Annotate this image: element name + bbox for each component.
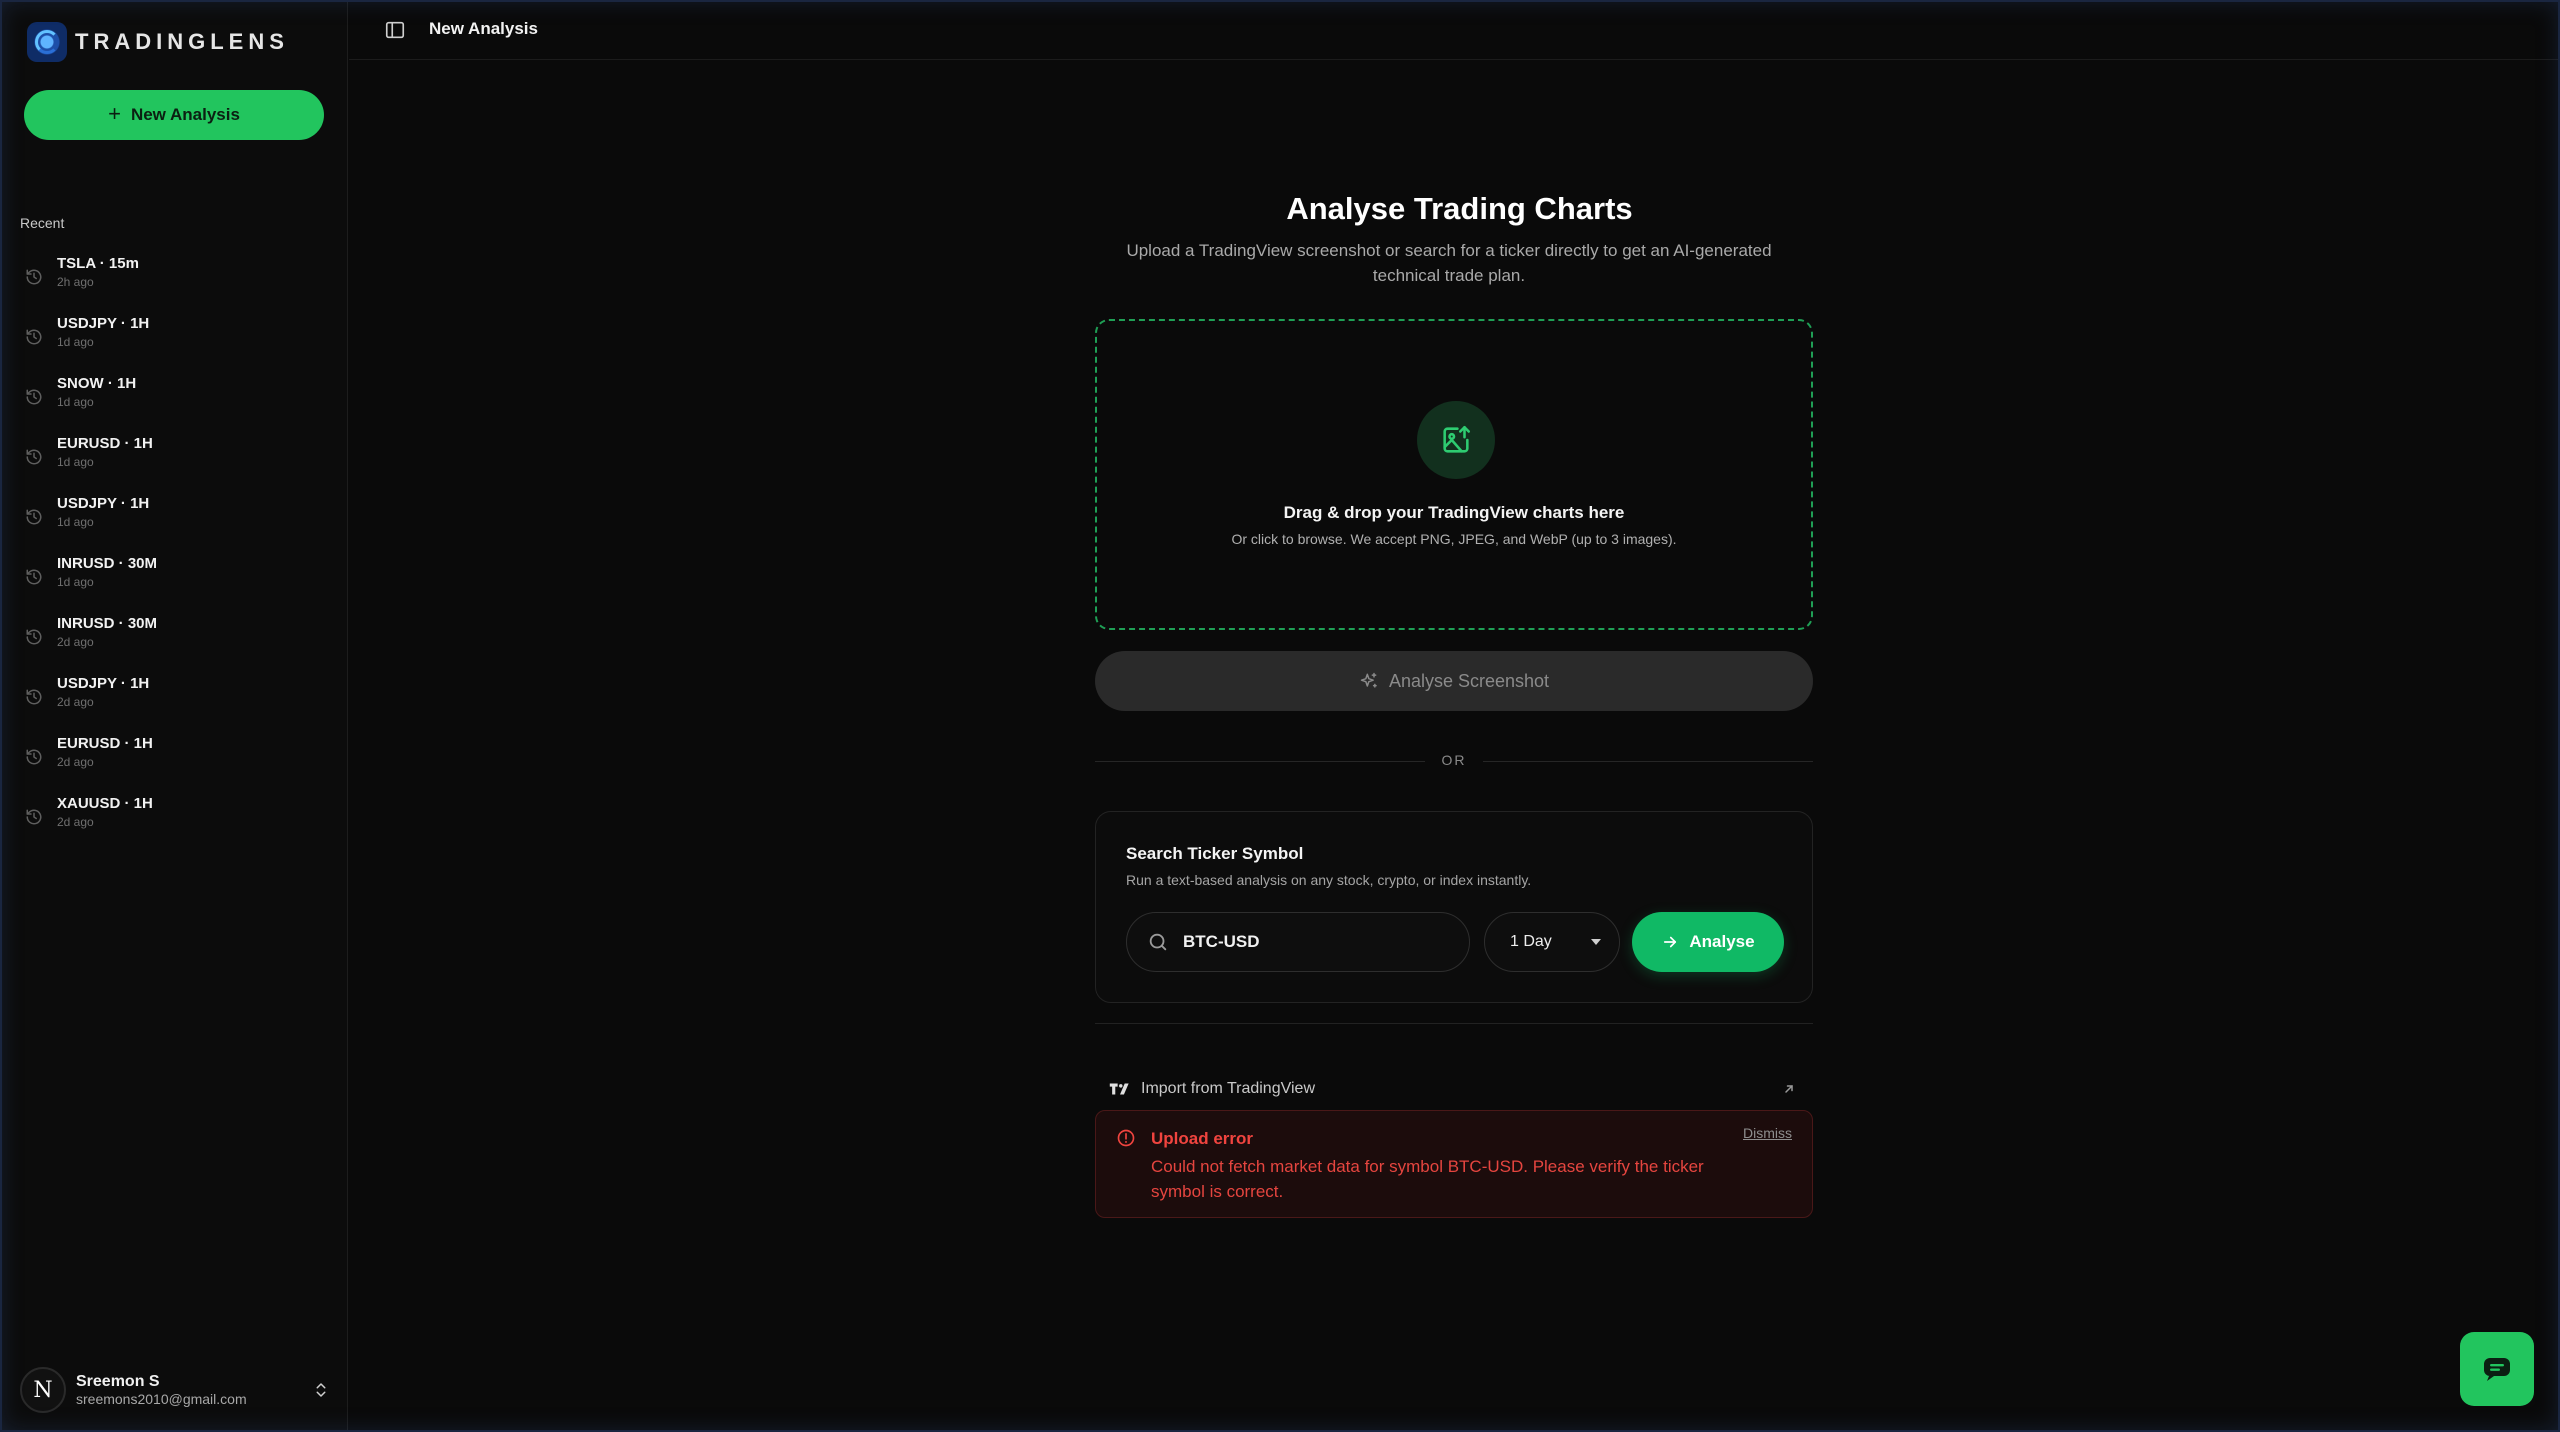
history-icon	[26, 749, 42, 765]
recent-item-time: 2d ago	[57, 815, 94, 829]
new-analysis-label: New Analysis	[130, 105, 240, 124]
recent-item-title: TSLA · 15m	[57, 255, 139, 272]
upload-dropzone[interactable]: Drag & drop your TradingView charts here…	[1095, 319, 1813, 630]
recent-item-title: USDJPY · 1H	[57, 675, 150, 692]
search-icon	[1149, 933, 1167, 951]
tradingview-icon	[1109, 1083, 1129, 1095]
section-divider	[1095, 1023, 1813, 1024]
recent-item-title: INRUSD · 30M	[57, 555, 158, 572]
dropzone-title: Drag & drop your TradingView charts here	[1283, 503, 1625, 522]
recent-item-time: 1d ago	[57, 575, 94, 589]
timeframe-value: 1 Day	[1510, 933, 1552, 950]
analyse-button[interactable]: Analyse	[1632, 912, 1784, 972]
recent-item[interactable]: INRUSD · 30M 2d ago	[0, 610, 348, 670]
or-divider: OR	[1095, 751, 1813, 771]
recent-item-title: EURUSD · 1H	[57, 735, 153, 752]
panel-toggle-icon[interactable]	[384, 19, 406, 41]
chat-button[interactable]	[2460, 1332, 2534, 1406]
recent-item[interactable]: TSLA · 15m 2h ago	[0, 250, 348, 310]
topbar: New Analysis	[349, 0, 2560, 60]
recent-list: TSLA · 15m 2h ago USDJPY · 1H 1d ago SNOW …	[0, 250, 348, 850]
history-icon	[26, 269, 42, 285]
recent-item-title: SNOW · 1H	[57, 375, 137, 392]
image-upload-icon	[1417, 401, 1495, 479]
analyse-button-label: Analyse	[1689, 932, 1755, 951]
main-title: Analyse Trading Charts	[1286, 191, 1633, 226]
chat-icon	[2484, 1358, 2510, 1381]
timeframe-select[interactable]: 1 Day	[1484, 912, 1620, 972]
recent-item[interactable]: USDJPY · 1H 1d ago	[0, 490, 348, 550]
recent-item[interactable]: EURUSD · 1H 1d ago	[0, 430, 348, 490]
recent-item-title: EURUSD · 1H	[57, 435, 153, 452]
ticker-search-input[interactable]: BTC-USD	[1126, 912, 1470, 972]
recent-item-time: 1d ago	[57, 395, 94, 409]
recent-item[interactable]: XAUUSD · 1H 2d ago	[0, 790, 348, 850]
history-icon	[26, 629, 42, 645]
import-label: Import from TradingView	[1141, 1080, 1315, 1097]
avatar: N	[20, 1367, 66, 1413]
sidebar: TRADINGLENS + New Analysis Recent TSLA ·…	[0, 0, 348, 1432]
main-content: Analyse Trading Charts Upload a TradingV…	[349, 61, 2560, 1432]
new-analysis-button[interactable]: + New Analysis	[24, 90, 324, 140]
recent-item-time: 2d ago	[57, 695, 94, 709]
search-card-title: Search Ticker Symbol	[1126, 844, 1304, 863]
error-message: Could not fetch market data for symbol B…	[1151, 1157, 1704, 1201]
import-tradingview-link[interactable]: Import from TradingView	[1095, 1065, 1813, 1113]
recent-item-title: USDJPY · 1H	[57, 315, 150, 332]
chevron-down-icon	[1591, 939, 1601, 945]
dismiss-button[interactable]: Dismiss	[1743, 1125, 1792, 1141]
history-icon	[26, 569, 42, 585]
or-label: OR	[1441, 752, 1467, 768]
analyse-screenshot-label: Analyse Screenshot	[1388, 670, 1550, 691]
recent-item[interactable]: INRUSD · 30M 1d ago	[0, 550, 348, 610]
ticker-search-card: Search Ticker Symbol Run a text-based an…	[1095, 811, 1813, 1003]
error-title: Upload error	[1151, 1129, 1254, 1148]
recent-item[interactable]: SNOW · 1H 1d ago	[0, 370, 348, 430]
history-icon	[26, 809, 42, 825]
upload-error-alert: Upload error Could not fetch market data…	[1095, 1110, 1813, 1218]
arrow-right-icon	[1664, 936, 1677, 948]
page-title: New Analysis	[429, 19, 538, 38]
brand-name: TRADINGLENS	[75, 29, 289, 54]
sparkle-icon	[1360, 672, 1377, 688]
recent-item-time: 1d ago	[57, 335, 94, 349]
logo-icon	[27, 22, 67, 62]
search-card-subtitle: Run a text-based analysis on any stock, …	[1126, 872, 1532, 888]
history-icon	[26, 329, 42, 345]
recent-item-title: INRUSD · 30M	[57, 615, 158, 632]
history-icon	[26, 509, 42, 525]
recent-item-time: 1d ago	[57, 515, 94, 529]
alert-circle-icon	[1117, 1129, 1135, 1147]
history-icon	[26, 689, 42, 705]
recent-item-time: 1d ago	[57, 455, 94, 469]
plus-icon: +	[108, 101, 121, 126]
external-link-icon	[1785, 1085, 1793, 1093]
recent-item-title: XAUUSD · 1H	[57, 795, 153, 812]
user-name: Sreemon S	[76, 1373, 160, 1390]
main-subtitle: Upload a TradingView screenshot or searc…	[1126, 241, 1772, 285]
brand[interactable]: TRADINGLENS	[27, 22, 289, 62]
recent-item[interactable]: USDJPY · 1H 2d ago	[0, 670, 348, 730]
dropzone-subtitle: Or click to browse. We accept PNG, JPEG,…	[1231, 531, 1677, 547]
recent-item-time: 2h ago	[57, 275, 94, 289]
history-icon	[26, 449, 42, 465]
analyse-screenshot-button[interactable]: Analyse Screenshot	[1095, 651, 1813, 711]
ticker-value[interactable]: BTC-USD	[1183, 932, 1260, 952]
recent-item-title: USDJPY · 1H	[57, 495, 150, 512]
recent-item-time: 2d ago	[57, 635, 94, 649]
user-email: sreemons2010@gmail.com	[76, 1391, 247, 1407]
recent-item-time: 2d ago	[57, 755, 94, 769]
recent-heading: Recent	[20, 215, 65, 231]
history-icon	[26, 389, 42, 405]
recent-item[interactable]: EURUSD · 1H 2d ago	[0, 730, 348, 790]
user-menu[interactable]: N Sreemon S sreemons2010@gmail.com	[20, 1362, 330, 1418]
recent-item[interactable]: USDJPY · 1H 1d ago	[0, 310, 348, 370]
chevron-updown-icon[interactable]	[312, 1377, 330, 1403]
